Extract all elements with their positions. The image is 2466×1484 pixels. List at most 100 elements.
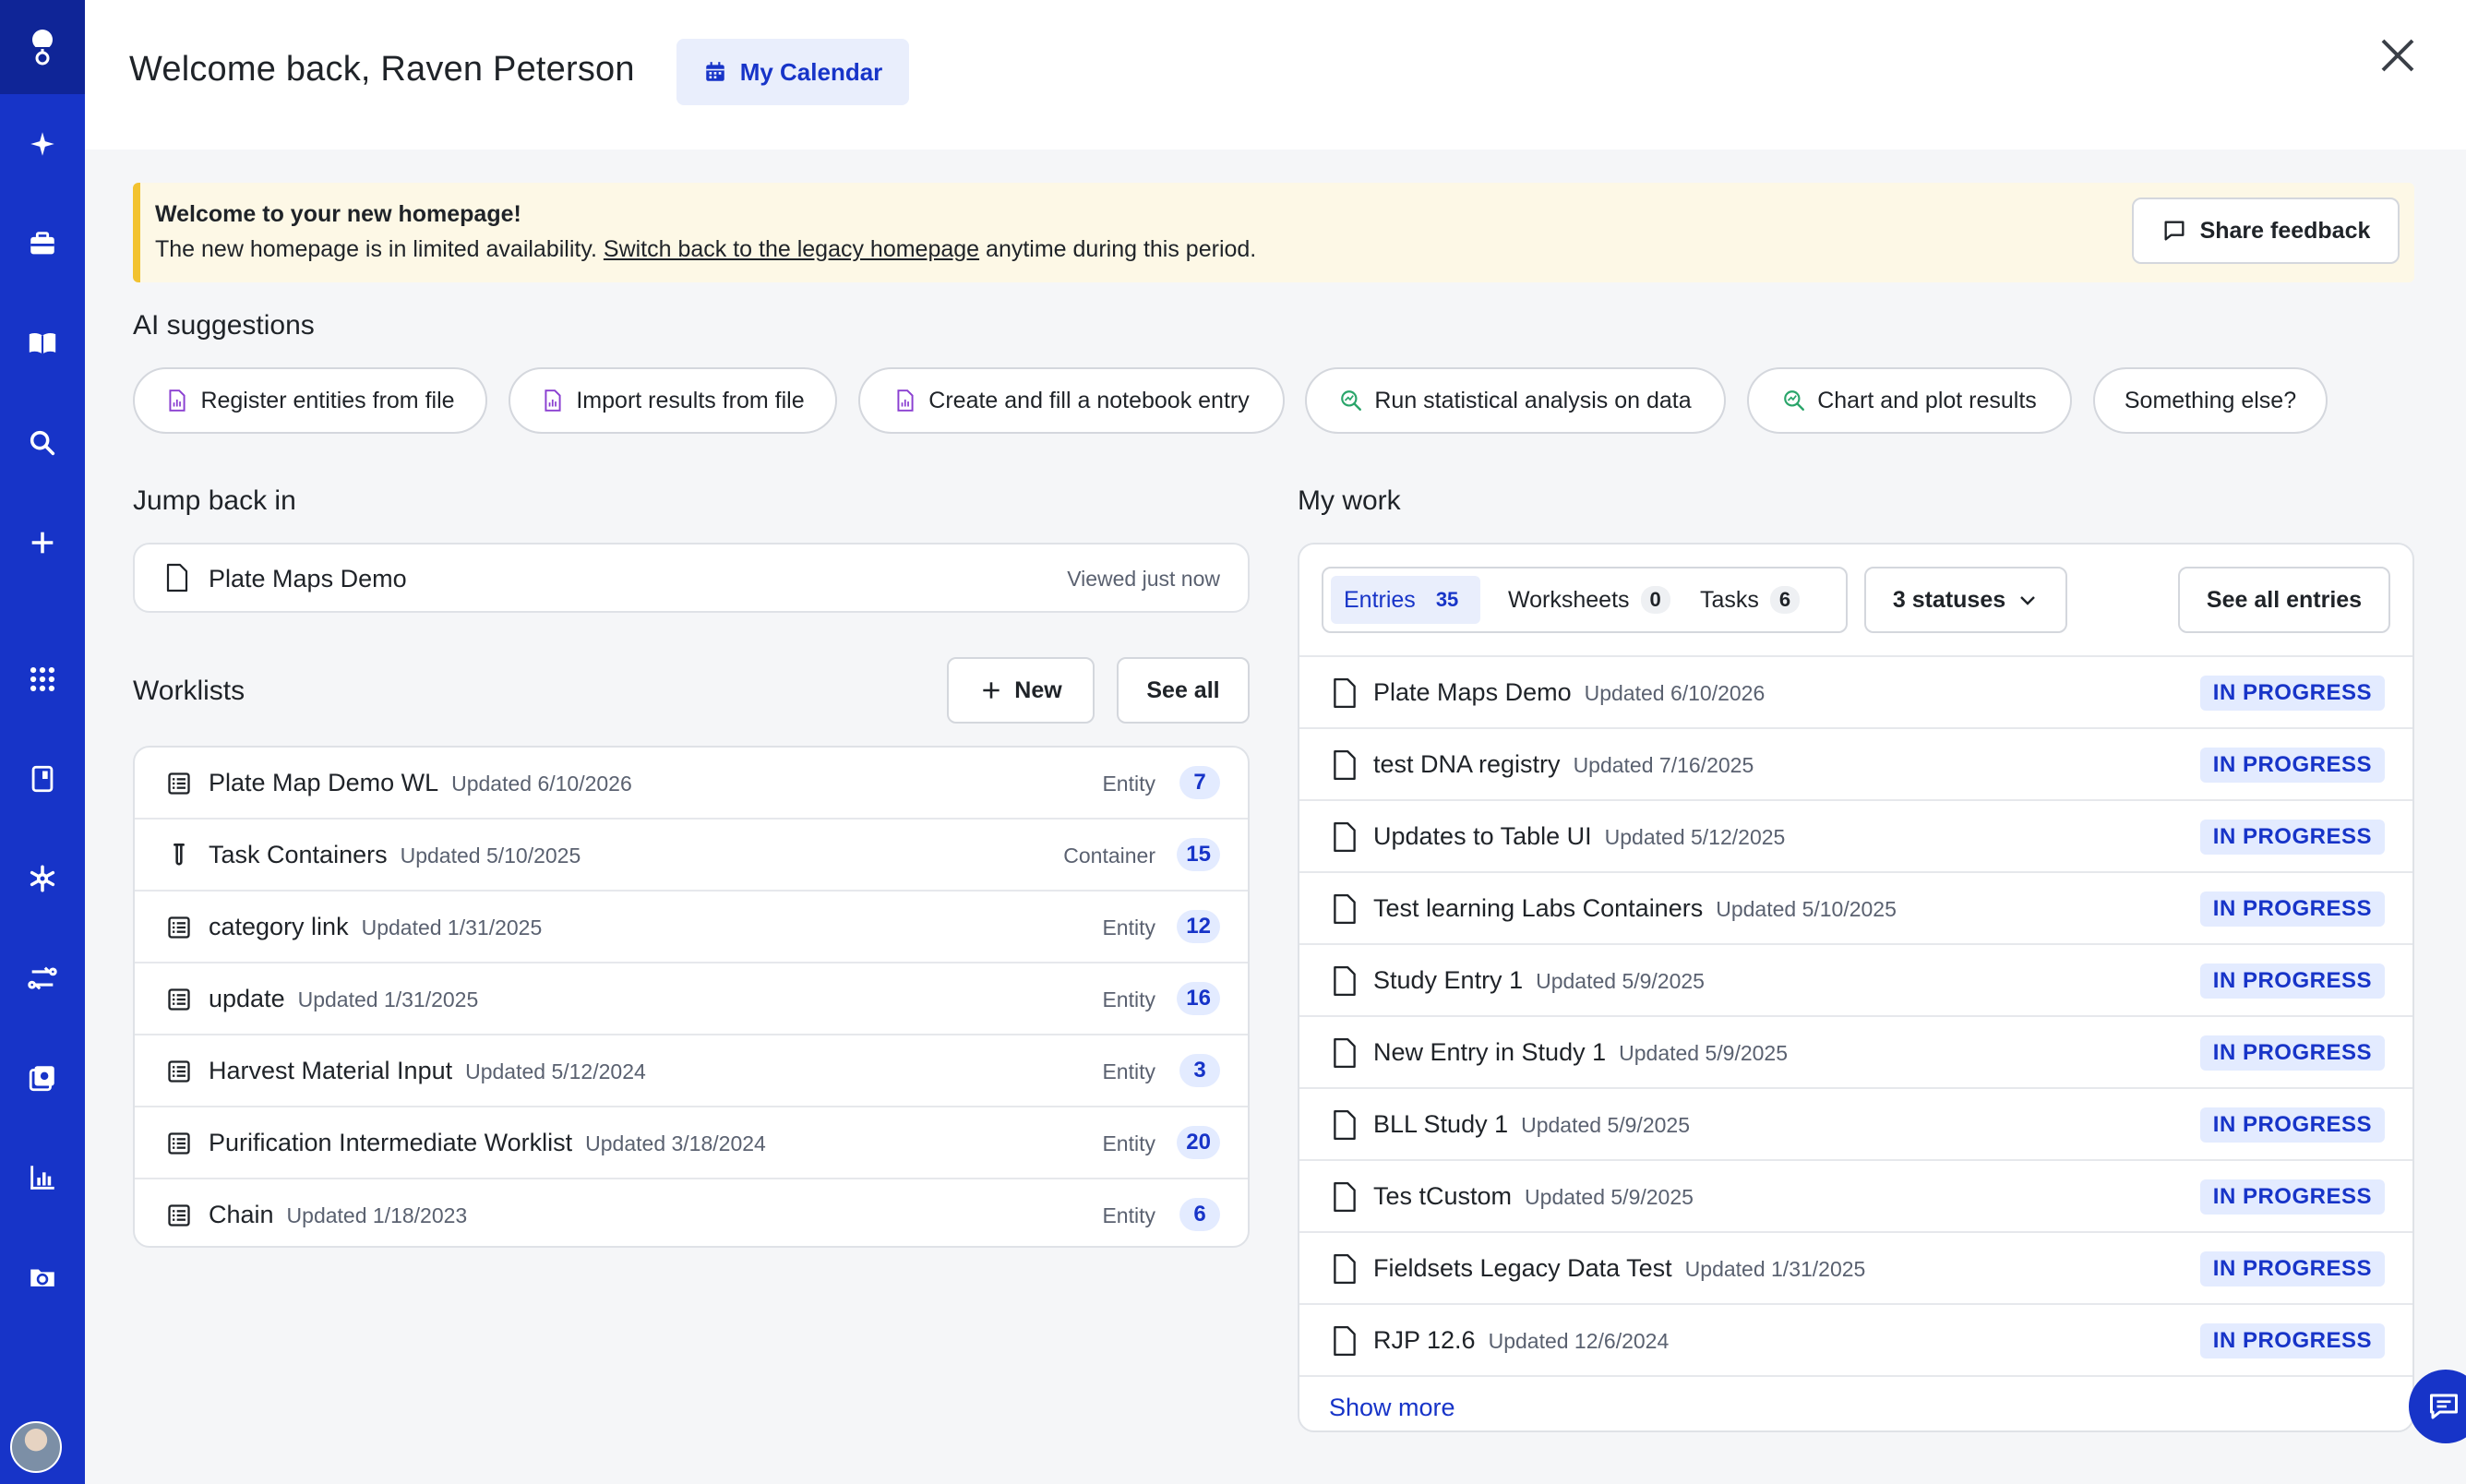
status-filter-label: 3 statuses bbox=[1892, 586, 2006, 613]
entry-row[interactable]: Fieldsets Legacy Data Test Updated 1/31/2… bbox=[1299, 1233, 2412, 1305]
tab-entries[interactable]: Entries 35 bbox=[1331, 576, 1481, 624]
worklist-row[interactable]: Plate Map Demo WL Updated 6/10/2026 Entit… bbox=[135, 748, 1248, 820]
worklist-row[interactable]: Harvest Material Input Updated 5/12/2024 … bbox=[135, 1035, 1248, 1107]
sparkle-icon[interactable] bbox=[0, 116, 85, 172]
comment-icon bbox=[2164, 221, 2185, 241]
worklist-row[interactable]: Chain Updated 1/18/2023 Entity 6 bbox=[135, 1179, 1248, 1246]
my-work-tabs: Entries 35 Worksheets 0 Tasks 6 bbox=[1322, 567, 1848, 633]
worklist-count: 6 bbox=[1179, 1198, 1220, 1231]
plus-icon bbox=[983, 682, 1000, 699]
status-badge: IN PROGRESS bbox=[2199, 676, 2385, 711]
document-icon bbox=[1334, 821, 1356, 853]
chip-create-notebook-entry[interactable]: Create and fill a notebook entry bbox=[858, 367, 1285, 434]
worklist-type: Entity bbox=[1102, 1203, 1155, 1227]
document-icon bbox=[1334, 1253, 1356, 1285]
chip-label: Import results from file bbox=[576, 387, 805, 413]
entry-row[interactable]: RJP 12.6 Updated 12/6/2024 IN PROGRESS bbox=[1299, 1305, 2412, 1377]
document-icon bbox=[1334, 1325, 1356, 1357]
entry-row[interactable]: Test learning Labs Containers Updated 5/1… bbox=[1299, 873, 2412, 945]
worklist-name: Plate Map Demo WL bbox=[209, 769, 439, 796]
status-badge: IN PROGRESS bbox=[2199, 1179, 2385, 1215]
document-icon bbox=[1334, 677, 1356, 709]
entry-updated: Updated 5/9/2025 bbox=[1525, 1185, 1694, 1209]
list-icon bbox=[168, 916, 190, 939]
worklist-type: Entity bbox=[1102, 1059, 1155, 1083]
tab-label: Tasks bbox=[1700, 586, 1759, 613]
page-title: Welcome back, Raven Peterson bbox=[129, 50, 635, 89]
molecule-icon[interactable] bbox=[0, 851, 85, 906]
logo-icon[interactable] bbox=[0, 0, 85, 94]
registry-icon[interactable] bbox=[0, 1050, 85, 1106]
chip-register-entities[interactable]: Register entities from file bbox=[133, 367, 487, 434]
jump-back-item[interactable]: Plate Maps Demo Viewed just now bbox=[133, 543, 1250, 613]
workflow-icon[interactable] bbox=[0, 951, 85, 1006]
entry-row[interactable]: Study Entry 1 Updated 5/9/2025 IN PROGRES… bbox=[1299, 945, 2412, 1017]
chip-label: Something else? bbox=[2124, 387, 2297, 413]
close-icon[interactable] bbox=[2376, 33, 2420, 78]
chart-icon[interactable] bbox=[0, 1150, 85, 1205]
show-more-link[interactable]: Show more bbox=[1329, 1394, 1455, 1422]
worklist-name: update bbox=[209, 985, 285, 1012]
worklist-row[interactable]: Task Containers Updated 5/10/2025 Contain… bbox=[135, 820, 1248, 892]
chat-button[interactable] bbox=[2409, 1370, 2466, 1443]
my-calendar-button[interactable]: My Calendar bbox=[676, 39, 909, 105]
jump-back-in-title: Jump back in bbox=[133, 485, 296, 516]
search-icon[interactable] bbox=[0, 415, 85, 471]
apps-grid-icon[interactable] bbox=[0, 652, 85, 707]
banner-text: The new homepage is in limited availabil… bbox=[155, 236, 1256, 263]
entry-row[interactable]: Tes tCustom Updated 5/9/2025 IN PROGRESS bbox=[1299, 1161, 2412, 1233]
entry-name: BLL Study 1 bbox=[1373, 1110, 1509, 1138]
briefcase-icon[interactable] bbox=[0, 216, 85, 271]
share-feedback-button[interactable]: Share feedback bbox=[2132, 197, 2400, 264]
tab-tasks[interactable]: Tasks 6 bbox=[1687, 576, 1813, 624]
see-all-entries-label: See all entries bbox=[2206, 586, 2363, 613]
entry-updated: Updated 12/6/2024 bbox=[1488, 1329, 1670, 1353]
entry-name: New Entry in Study 1 bbox=[1373, 1038, 1607, 1066]
worklist-row[interactable]: Purification Intermediate Worklist Update… bbox=[135, 1107, 1248, 1179]
new-worklist-button[interactable]: New bbox=[947, 657, 1095, 724]
status-badge: IN PROGRESS bbox=[2199, 820, 2385, 855]
notebook-icon[interactable] bbox=[0, 751, 85, 807]
chevron-down-icon bbox=[2020, 596, 2035, 605]
worklist-row[interactable]: category link Updated 1/31/2025 Entity 12 bbox=[135, 892, 1248, 963]
plus-icon[interactable] bbox=[0, 515, 85, 570]
entry-row[interactable]: New Entry in Study 1 Updated 5/9/2025 IN … bbox=[1299, 1017, 2412, 1089]
status-badge: IN PROGRESS bbox=[2199, 748, 2385, 783]
entry-name: RJP 12.6 bbox=[1373, 1326, 1476, 1354]
status-badge: IN PROGRESS bbox=[2199, 1251, 2385, 1287]
see-all-worklists-button[interactable]: See all bbox=[1117, 657, 1250, 724]
book-icon[interactable] bbox=[0, 316, 85, 371]
chip-run-statistical-analysis[interactable]: Run statistical analysis on data bbox=[1305, 367, 1726, 434]
share-feedback-label: Share feedback bbox=[2199, 217, 2371, 244]
entry-name: Plate Maps Demo bbox=[1373, 678, 1572, 706]
new-label: New bbox=[1014, 676, 1062, 703]
entry-updated: Updated 5/12/2025 bbox=[1604, 825, 1786, 849]
worklist-updated: Updated 1/31/2025 bbox=[361, 916, 543, 939]
chip-something-else[interactable]: Something else? bbox=[2093, 367, 2328, 434]
worklist-count: 15 bbox=[1177, 838, 1220, 871]
status-filter-dropdown[interactable]: 3 statuses bbox=[1864, 567, 2067, 633]
list-icon bbox=[168, 1204, 190, 1227]
chip-import-results[interactable]: Import results from file bbox=[509, 367, 837, 434]
entry-name: test DNA registry bbox=[1373, 750, 1561, 778]
entry-row[interactable]: BLL Study 1 Updated 5/9/2025 IN PROGRESS bbox=[1299, 1089, 2412, 1161]
tab-worksheets[interactable]: Worksheets 0 bbox=[1495, 576, 1683, 624]
see-all-entries-button[interactable]: See all entries bbox=[2178, 567, 2390, 633]
entry-row[interactable]: Updates to Table UI Updated 5/12/2025 IN … bbox=[1299, 801, 2412, 873]
avatar[interactable] bbox=[10, 1421, 62, 1473]
worklist-count: 16 bbox=[1177, 982, 1220, 1015]
legacy-homepage-link[interactable]: Switch back to the legacy homepage bbox=[604, 236, 979, 262]
chip-chart-and-plot[interactable]: Chart and plot results bbox=[1747, 367, 2072, 434]
worklist-name: Task Containers bbox=[209, 841, 388, 868]
entry-updated: Updated 7/16/2025 bbox=[1573, 753, 1754, 777]
worklist-updated: Updated 1/18/2023 bbox=[286, 1203, 468, 1227]
list-icon bbox=[168, 1132, 190, 1155]
chip-label: Run statistical analysis on data bbox=[1374, 387, 1692, 413]
status-badge: IN PROGRESS bbox=[2199, 1323, 2385, 1358]
sync-folder-icon[interactable] bbox=[0, 1250, 85, 1305]
entry-row[interactable]: test DNA registry Updated 7/16/2025 IN PR… bbox=[1299, 729, 2412, 801]
entry-row[interactable]: Plate Maps Demo Updated 6/10/2026 IN PROG… bbox=[1299, 657, 2412, 729]
worklist-count: 20 bbox=[1177, 1126, 1220, 1159]
worklist-name: Purification Intermediate Worklist bbox=[209, 1129, 573, 1156]
worklist-row[interactable]: update Updated 1/31/2025 Entity 16 bbox=[135, 963, 1248, 1035]
